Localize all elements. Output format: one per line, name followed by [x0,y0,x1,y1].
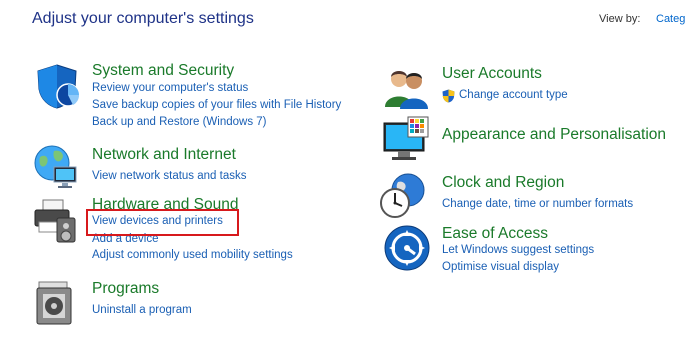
programs-disc-icon[interactable] [33,278,81,326]
link-windows-suggest[interactable]: Let Windows suggest settings [442,244,594,256]
link-uninstall-program[interactable]: Uninstall a program [92,304,192,316]
monitor-palette-icon[interactable] [382,115,430,163]
category-appearance[interactable]: Appearance and Personalisation [442,126,666,144]
clock-globe-icon[interactable] [378,172,426,220]
view-by-label: View by: [599,13,641,25]
link-file-history[interactable]: Save backup copies of your files with Fi… [92,99,341,111]
link-date-time-formats[interactable]: Change date, time or number formats [442,198,633,210]
link-review-status[interactable]: Review your computer's status [92,82,248,94]
highlight-box [86,209,239,236]
link-network-status[interactable]: View network status and tasks [92,170,246,182]
printer-speaker-icon[interactable] [31,196,79,244]
category-network-internet[interactable]: Network and Internet [92,146,236,164]
link-mobility-settings[interactable]: Adjust commonly used mobility settings [92,249,293,261]
link-optimise-visual[interactable]: Optimise visual display [442,261,559,273]
network-globe-icon[interactable] [32,143,80,191]
users-icon[interactable] [382,63,430,111]
ease-of-access-icon[interactable] [383,224,431,272]
view-by-dropdown[interactable]: Categ [656,13,685,25]
link-backup-restore[interactable]: Back up and Restore (Windows 7) [92,116,267,128]
page-title: Adjust your computer's settings [32,10,254,27]
link-change-account-type[interactable]: Change account type [459,89,568,101]
shield-icon[interactable] [33,62,81,110]
category-programs[interactable]: Programs [92,280,159,298]
uac-shield-icon [442,89,455,103]
category-user-accounts[interactable]: User Accounts [442,65,542,83]
category-ease-of-access[interactable]: Ease of Access [442,225,548,243]
category-clock-region[interactable]: Clock and Region [442,174,564,192]
category-system-security[interactable]: System and Security [92,62,234,80]
